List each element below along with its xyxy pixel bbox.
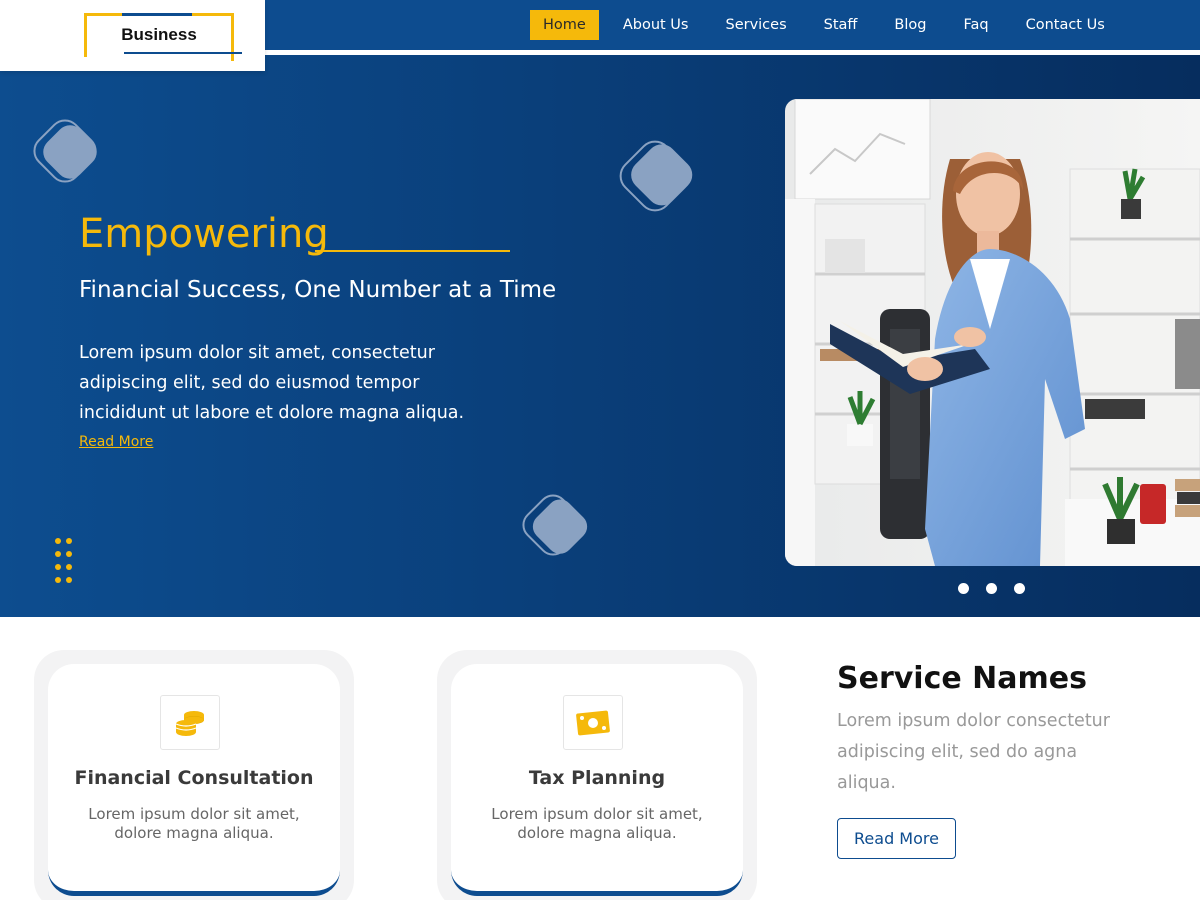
nav-contact-us[interactable]: Contact Us [1026,10,1105,40]
decorative-diamond-shape [619,140,693,212]
logo-frame: Business [84,13,242,61]
card-description: Lorem ipsum dolor sit amet, dolore magna… [88,805,300,842]
slider-dot-3[interactable] [1014,583,1025,594]
slider-dot-1[interactable] [958,583,969,594]
decorative-dots [55,538,77,584]
hero-title: Empowering [79,211,329,257]
decorative-diamond-shape [522,494,588,556]
hero-read-more-link[interactable]: Read More [79,434,153,450]
nav-services[interactable]: Services [725,10,786,40]
services-description: Lorem ipsum dolor consectetur adipiscing… [837,711,1110,793]
card-title: Financial Consultation [74,767,314,789]
service-card-financial-consultation[interactable]: Financial Consultation Lorem ipsum dolor… [48,664,340,896]
logo-frame-top-accent [122,13,192,16]
hero-subtitle: Financial Success, One Number at a Time [79,277,557,303]
nav-about-us[interactable]: About Us [623,10,689,40]
main-nav: Home About Us Services Staff Blog Faq Co… [530,10,1142,40]
decorative-diamond-shape [33,119,97,183]
nav-faq[interactable]: Faq [963,10,988,40]
nav-staff[interactable]: Staff [824,10,858,40]
logo-frame-bottom-accent [124,52,242,54]
card-description: Lorem ipsum dolor sit amet, dolore magna… [491,805,703,842]
money-bill-icon [563,695,623,750]
hero-title-underline [315,250,510,252]
businesswoman-photo [785,99,1200,566]
service-card-tax-planning[interactable]: Tax Planning Lorem ipsum dolor sit amet,… [451,664,743,896]
hero-description: Lorem ipsum dolor sit amet, consectetur … [79,343,465,423]
nav-home[interactable]: Home [530,10,599,40]
hero-image [785,99,1200,566]
card-title: Tax Planning [528,767,666,789]
logo-text: Business [121,25,197,44]
services-read-more-button[interactable]: Read More [837,818,956,859]
slider-dot-2[interactable] [986,583,997,594]
services-heading: Service Names [837,661,1087,696]
logo[interactable]: Business [0,0,265,71]
coins-icon [160,695,220,750]
nav-blog[interactable]: Blog [894,10,926,40]
slider-pagination [958,583,1042,594]
hero-slider: Empowering Financial Success, One Number… [0,55,1200,617]
